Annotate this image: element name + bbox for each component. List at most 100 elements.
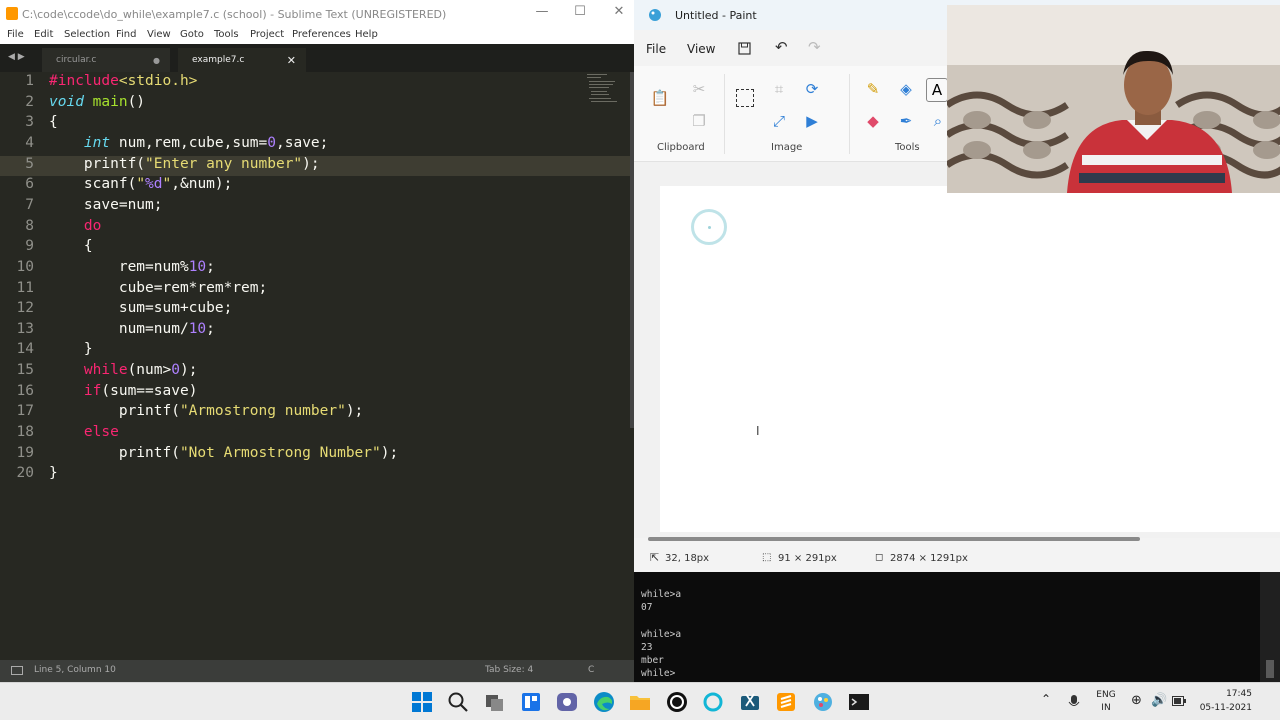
code-line[interactable]: printf("Armostrong number"); xyxy=(49,403,363,419)
paste-icon[interactable]: 📋 xyxy=(650,88,670,108)
sublime-menu-bar: File Edit Selection Find View Goto Tools… xyxy=(0,28,636,44)
code-line[interactable]: while(num>0); xyxy=(49,362,198,378)
line-number: 8 xyxy=(25,217,34,234)
line-number: 7 xyxy=(25,196,34,213)
code-line[interactable]: rem=num%10; xyxy=(49,259,215,275)
panel-toggle-icon[interactable] xyxy=(11,666,23,675)
menu-goto[interactable]: Goto xyxy=(180,29,204,40)
store-app-icon[interactable] xyxy=(665,690,689,714)
sublime-title-bar[interactable]: C:\code\ccode\do_while\example7.c (schoo… xyxy=(0,0,636,28)
assistant-ring-icon[interactable] xyxy=(701,690,725,714)
task-view-icon[interactable] xyxy=(483,690,507,714)
code-line[interactable]: int num,rem,cube,sum=0,save; xyxy=(49,135,328,151)
code-token: cube=rem*rem*rem; xyxy=(49,279,268,296)
code-token: ,save; xyxy=(276,134,329,151)
sublime-taskbar-icon[interactable] xyxy=(774,690,798,714)
code-line[interactable]: } xyxy=(49,465,58,481)
code-line[interactable]: printf("Not Armostrong Number"); xyxy=(49,445,398,461)
line-number: 2 xyxy=(25,93,34,110)
clock-date[interactable]: 05-11-2021 xyxy=(1190,703,1252,713)
eraser-icon[interactable]: ◆ xyxy=(863,111,883,131)
tab-size[interactable]: Tab Size: 4 xyxy=(485,665,533,675)
menu-find[interactable]: Find xyxy=(116,29,137,40)
crop-icon[interactable]: ⌗ xyxy=(769,79,789,99)
code-line[interactable]: cube=rem*rem*rem; xyxy=(49,280,267,296)
rotate-icon[interactable]: ⟳ xyxy=(802,79,822,99)
copy-icon[interactable]: ❐ xyxy=(689,111,709,131)
code-line[interactable]: if(sum==save) xyxy=(49,382,198,399)
minimize-icon[interactable]: — xyxy=(527,4,557,19)
magnifier-icon[interactable]: ⌕ xyxy=(928,111,948,131)
file-explorer-icon[interactable] xyxy=(628,690,652,714)
network-icon[interactable]: ⊕ xyxy=(1131,693,1142,708)
resize-icon[interactable]: ⤢ xyxy=(769,111,789,131)
code-line[interactable]: printf("Enter any number"); xyxy=(49,156,320,172)
search-icon[interactable] xyxy=(446,690,470,714)
code-line[interactable]: save=num; xyxy=(49,197,163,213)
tab-example7[interactable]: example7.c ✕ xyxy=(178,48,306,72)
maximize-icon[interactable]: ☐ xyxy=(565,4,595,19)
canvas-horizontal-scrollbar[interactable] xyxy=(648,537,1140,541)
windows-start-icon[interactable] xyxy=(410,690,434,714)
code-token: ,&num); xyxy=(171,176,233,193)
tab-close-icon[interactable]: ✕ xyxy=(287,54,296,67)
fill-icon[interactable]: ◈ xyxy=(896,79,916,99)
close-icon[interactable]: ✕ xyxy=(604,4,634,19)
microphone-icon[interactable] xyxy=(1068,694,1080,710)
flip-icon[interactable]: ▶ xyxy=(802,111,822,131)
code-line[interactable]: { xyxy=(49,114,58,130)
code-line[interactable]: #include<stdio.h> xyxy=(49,73,197,89)
menu-view[interactable]: View xyxy=(147,29,171,40)
text-icon[interactable]: A xyxy=(926,78,948,102)
code-token: printf( xyxy=(49,403,180,420)
syntax-mode[interactable]: C xyxy=(588,665,594,675)
snipping-tool-icon[interactable] xyxy=(738,690,762,714)
menu-help[interactable]: Help xyxy=(355,29,378,40)
menu-file[interactable]: File xyxy=(7,29,24,40)
color-picker-icon[interactable]: ✒ xyxy=(896,111,916,131)
sublime-logo-icon xyxy=(6,7,18,20)
language-code[interactable]: ENG xyxy=(1094,690,1118,700)
line-number: 19 xyxy=(16,444,34,461)
paint-menu-view[interactable]: View xyxy=(687,42,715,56)
teams-chat-icon[interactable] xyxy=(555,690,579,714)
volume-icon[interactable]: 🔊 xyxy=(1151,693,1167,708)
battery-icon[interactable] xyxy=(1172,696,1186,706)
code-line[interactable]: void main() xyxy=(49,94,145,110)
menu-edit[interactable]: Edit xyxy=(34,29,53,40)
code-line[interactable]: } xyxy=(49,341,93,357)
pencil-icon[interactable]: ✎ xyxy=(863,79,883,99)
code-line[interactable]: sum=sum+cube; xyxy=(49,300,233,316)
widgets-icon[interactable] xyxy=(519,690,543,714)
cut-icon[interactable]: ✂ xyxy=(689,79,709,99)
menu-selection[interactable]: Selection xyxy=(64,29,110,40)
console-scrollbar[interactable] xyxy=(1260,572,1280,682)
drawing-canvas[interactable]: I xyxy=(660,186,1280,532)
code-token: if xyxy=(83,382,102,399)
tab-circular[interactable]: circular.c ● xyxy=(42,48,170,72)
save-icon[interactable] xyxy=(738,42,751,55)
console-window[interactable]: while>a 07 while>a 23 mber while> xyxy=(634,572,1280,682)
terminal-taskbar-icon[interactable] xyxy=(847,690,871,714)
region-code[interactable]: IN xyxy=(1094,703,1118,713)
code-line[interactable]: do xyxy=(49,218,101,234)
paint-taskbar-icon[interactable] xyxy=(811,690,835,714)
code-editor[interactable]: 1 #include<stdio.h> 2 void main() 3 {4 int nu… xyxy=(0,72,636,660)
code-line[interactable]: { xyxy=(49,238,93,254)
menu-project[interactable]: Project xyxy=(250,29,284,40)
show-hidden-icons-icon[interactable]: ⌃ xyxy=(1041,692,1051,706)
redo-icon[interactable]: ↷ xyxy=(808,38,821,56)
menu-preferences[interactable]: Preferences xyxy=(292,29,351,40)
menu-tools[interactable]: Tools xyxy=(214,29,239,40)
undo-icon[interactable]: ↶ xyxy=(775,38,788,56)
minimap[interactable] xyxy=(585,72,625,106)
code-line[interactable]: num=num/10; xyxy=(49,321,215,337)
paint-menu-file[interactable]: File xyxy=(646,42,666,56)
edge-browser-icon[interactable] xyxy=(592,690,616,714)
select-icon[interactable] xyxy=(736,89,754,107)
code-token: num=num/ xyxy=(49,320,189,337)
code-line[interactable]: scanf("%d",&num); xyxy=(49,176,232,192)
tab-nav-arrows-icon[interactable]: ◀ ▶ xyxy=(8,52,25,62)
code-line[interactable]: else xyxy=(49,424,119,440)
clock-time[interactable]: 17:45 xyxy=(1196,689,1252,699)
